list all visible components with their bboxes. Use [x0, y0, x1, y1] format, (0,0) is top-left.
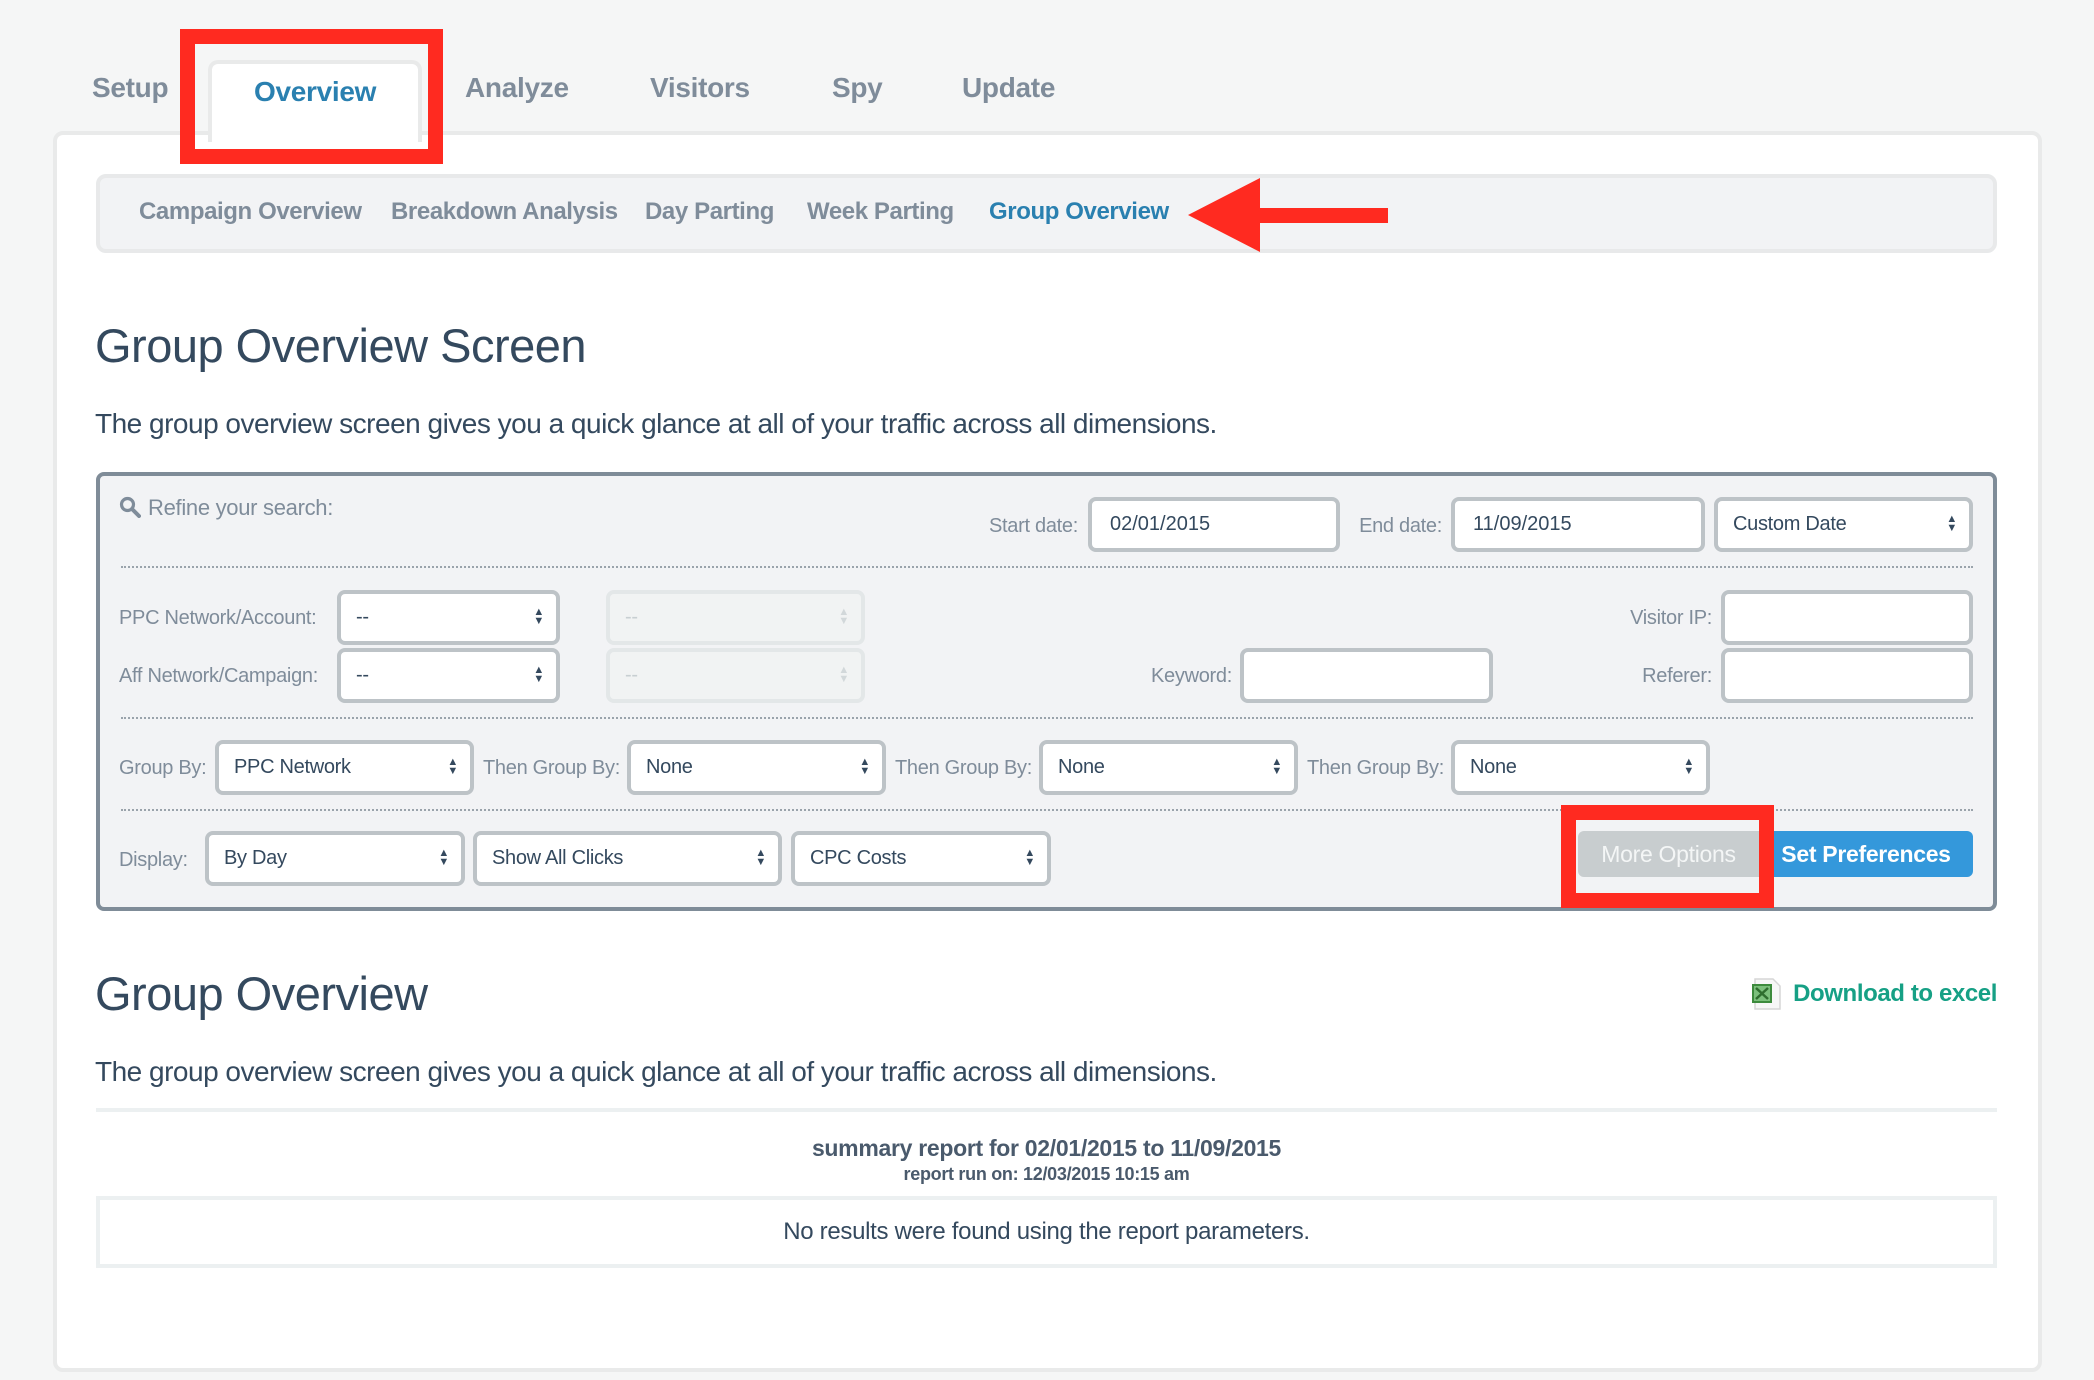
tab-visitors[interactable]: Visitors — [650, 72, 750, 104]
select-arrows-icon: ▲ ▼ — [533, 606, 544, 627]
then-group-by-select-2[interactable]: None ▲ ▼ — [1039, 740, 1298, 795]
divider — [121, 566, 1973, 568]
tab-analyze[interactable]: Analyze — [465, 72, 569, 104]
then-group-by-value-2: None — [1058, 756, 1105, 778]
ppc-account-select: -- ▲ ▼ — [606, 590, 865, 645]
select-arrows-icon: ▲ ▼ — [447, 756, 458, 777]
subnav-group-overview[interactable]: Group Overview — [989, 198, 1169, 226]
select-arrows-icon: ▲ ▼ — [1683, 756, 1694, 777]
group-by-label: Group By: — [119, 757, 207, 779]
subnav-breakdown-analysis[interactable]: Breakdown Analysis — [391, 198, 618, 226]
report-run-timestamp: report run on: 12/03/2015 10:15 am — [903, 1164, 1190, 1184]
ppc-account-value: -- — [625, 606, 638, 628]
visitor-ip-label: Visitor IP: — [1630, 607, 1712, 629]
select-arrows-icon: ▲ ▼ — [1946, 513, 1957, 534]
end-date-input[interactable] — [1451, 497, 1705, 552]
display-clicks-value: Show All Clicks — [492, 847, 624, 869]
search-icon — [119, 496, 141, 523]
keyword-input[interactable] — [1240, 648, 1493, 703]
display-clicks-select[interactable]: Show All Clicks ▲ ▼ — [473, 831, 782, 886]
keyword-label: Keyword: — [1151, 665, 1232, 687]
display-period-select[interactable]: By Day ▲ ▼ — [205, 831, 465, 886]
then-group-by-label-3: Then Group By: — [1307, 757, 1444, 779]
empty-results-row: No results were found using the report p… — [96, 1196, 1997, 1268]
select-arrows-icon: ▲ ▼ — [1271, 756, 1282, 777]
end-date-label: End date: — [1359, 515, 1442, 537]
download-to-excel-link[interactable]: Download to excel — [1749, 977, 1997, 1011]
then-group-by-value-3: None — [1470, 756, 1517, 778]
aff-network-campaign-label: Aff Network/Campaign: — [119, 665, 318, 687]
download-to-excel-label: Download to excel — [1793, 980, 1997, 1007]
select-arrows-icon: ▲ ▼ — [838, 664, 849, 685]
select-arrows-icon: ▲ ▼ — [755, 847, 766, 868]
subnav-campaign-overview[interactable]: Campaign Overview — [139, 198, 362, 226]
select-arrows-icon: ▲ ▼ — [859, 756, 870, 777]
divider — [121, 809, 1973, 811]
aff-network-value: -- — [356, 664, 369, 686]
annotation-arrow-icon — [1188, 178, 1388, 252]
then-group-by-label-2: Then Group By: — [895, 757, 1032, 779]
excel-file-icon — [1749, 977, 1783, 1011]
date-range-value: Custom Date — [1733, 513, 1847, 535]
select-arrows-icon: ▲ ▼ — [1024, 847, 1035, 868]
aff-campaign-select: -- ▲ ▼ — [606, 648, 865, 703]
subnav-day-parting[interactable]: Day Parting — [645, 198, 774, 226]
start-date-input[interactable] — [1088, 497, 1340, 552]
summary-title: summary report for 02/01/2015 to 11/09/2… — [811, 1135, 1282, 1161]
visitor-ip-input[interactable] — [1721, 590, 1973, 645]
tab-spy[interactable]: Spy — [832, 72, 883, 104]
select-arrows-icon: ▲ ▼ — [438, 847, 449, 868]
tab-update[interactable]: Update — [962, 72, 1055, 104]
ppc-network-value: -- — [356, 606, 369, 628]
select-arrows-icon: ▲ ▼ — [533, 664, 544, 685]
group-by-select[interactable]: PPC Network ▲ ▼ — [215, 740, 474, 795]
group-by-value: PPC Network — [234, 756, 351, 778]
then-group-by-select-3[interactable]: None ▲ ▼ — [1451, 740, 1710, 795]
report-title: Group Overview — [95, 967, 428, 1020]
aff-network-select[interactable]: -- ▲ ▼ — [337, 648, 560, 703]
display-period-value: By Day — [224, 847, 287, 869]
referer-label: Referer: — [1642, 665, 1712, 687]
report-description: The group overview screen gives you a qu… — [95, 1056, 1217, 1087]
display-costs-value: CPC Costs — [810, 847, 907, 869]
report-table-header: summary report for 02/01/2015 to 11/09/2… — [96, 1108, 1997, 1196]
then-group-by-label-1: Then Group By: — [483, 757, 620, 779]
refine-search-heading: Refine your search: — [148, 495, 334, 520]
then-group-by-select-1[interactable]: None ▲ ▼ — [627, 740, 886, 795]
start-date-label: Start date: — [989, 515, 1078, 537]
page-description: The group overview screen gives you a qu… — [95, 408, 1217, 439]
subnav-week-parting[interactable]: Week Parting — [807, 198, 954, 226]
date-range-select[interactable]: Custom Date ▲ ▼ — [1714, 497, 1973, 552]
display-label: Display: — [119, 849, 188, 871]
tab-overview[interactable]: Overview — [254, 76, 376, 108]
select-arrows-icon: ▲ ▼ — [838, 606, 849, 627]
display-costs-select[interactable]: CPC Costs ▲ ▼ — [791, 831, 1051, 886]
ppc-network-account-label: PPC Network/Account: — [119, 607, 317, 629]
report-table: summary report for 02/01/2015 to 11/09/2… — [96, 1108, 1997, 1268]
tab-setup[interactable]: Setup — [92, 72, 169, 104]
page-title: Group Overview Screen — [95, 319, 587, 372]
aff-campaign-value: -- — [625, 664, 638, 686]
then-group-by-value-1: None — [646, 756, 693, 778]
set-preferences-button[interactable]: Set Preferences — [1759, 831, 1973, 877]
referer-input[interactable] — [1721, 648, 1973, 703]
divider — [121, 717, 1973, 719]
ppc-network-select[interactable]: -- ▲ ▼ — [337, 590, 560, 645]
more-options-button[interactable]: More Options — [1578, 831, 1759, 877]
